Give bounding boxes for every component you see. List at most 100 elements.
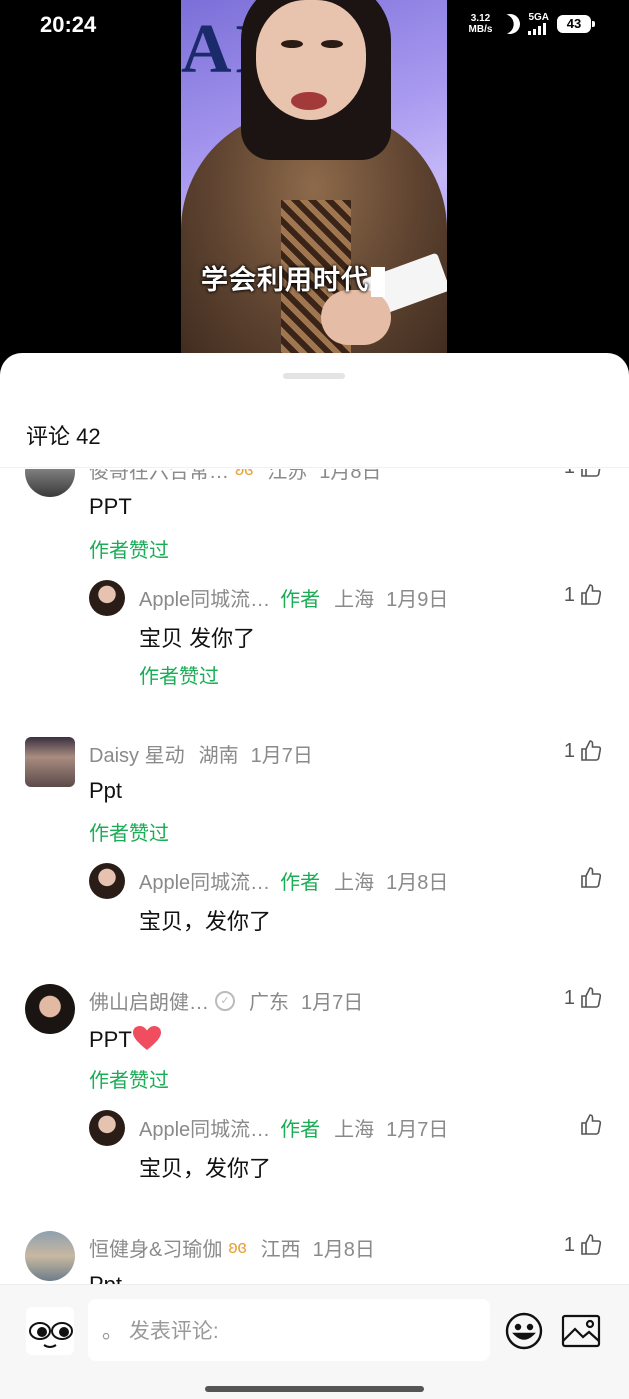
comment-list[interactable]: 俊哥在六合常… ʚɞ 江苏 1月8日 1 PPT 作者赞过 Apple同城流… … (0, 469, 629, 1284)
status-bar: 20:24 3.12 MB/s 5GA 43 (0, 0, 629, 50)
comment-date: 1月7日 (250, 745, 313, 767)
comment-date: 1月8日 (319, 469, 382, 483)
status-time: 20:24 (40, 12, 97, 37)
like-button[interactable]: 1 (564, 469, 603, 479)
vip-badge-icon: ʚɞ (228, 1237, 247, 1257)
author-tag: 作者 (280, 872, 321, 894)
commenter-region: 江西 (260, 1239, 301, 1261)
video-subtitle: 学会利用时代 (201, 258, 385, 297)
video-frame[interactable]: AH (181, 0, 447, 356)
reply-date: 1月7日 (386, 1119, 449, 1141)
like-button[interactable]: 1 (564, 986, 603, 1010)
reply-date: 1月8日 (386, 872, 449, 894)
subtitle-cursor (371, 266, 385, 297)
avatar[interactable] (25, 984, 75, 1034)
sticker-face-icon[interactable] (26, 1307, 74, 1355)
thumb-up-icon (581, 469, 601, 477)
video-player[interactable]: AH 学会利用时代 (0, 0, 629, 360)
comment-date: 1月8日 (312, 1239, 375, 1261)
commenter-name[interactable]: Daisy 星动 (89, 739, 185, 768)
comment-date: 1月7日 (301, 992, 364, 1014)
author-liked-label: 作者赞过 (139, 666, 219, 688)
like-count: 1 (564, 469, 575, 479)
vip-badge-icon: ʚɞ (235, 469, 254, 479)
author-tag: 作者 (280, 1119, 321, 1141)
thumb-up-icon (581, 987, 602, 1008)
home-indicator (205, 1386, 424, 1392)
video-subtitle-text: 学会利用时代 (201, 265, 369, 295)
video-person-hand (321, 290, 391, 345)
network-speed: 3.12 MB/s (469, 13, 493, 35)
like-count: 1 (563, 1233, 575, 1256)
reply-meta: Apple同城流… 作者 上海 1月8日 (139, 866, 448, 895)
reply-meta: Apple同城流… 作者 上海 1月7日 (139, 1113, 448, 1142)
reply-text: 宝贝 发你了 (139, 626, 256, 651)
header-divider (0, 467, 629, 468)
avatar[interactable] (25, 1231, 75, 1281)
like-count: 1 (563, 739, 575, 762)
like-button[interactable]: 1 (564, 583, 603, 607)
reply-text: 宝贝，发你了 (139, 909, 272, 934)
reply-text: 宝贝，发你了 (139, 1156, 272, 1181)
thumb-up-icon (581, 740, 602, 761)
comment-text: PPT (89, 1025, 162, 1053)
avatar[interactable] (25, 469, 75, 497)
network-type: 5GA (528, 12, 549, 23)
comment-text: PPT (89, 494, 132, 519)
replier-region: 上海 (334, 589, 375, 611)
status-indicators: 3.12 MB/s 5GA 43 (469, 11, 595, 37)
drag-handle[interactable] (283, 373, 345, 379)
avatar[interactable] (89, 580, 125, 616)
like-button[interactable] (579, 866, 603, 890)
author-tag: 作者 (280, 589, 321, 611)
comment-text-content: PPT (89, 1027, 132, 1052)
thumb-up-icon (581, 1114, 602, 1135)
comment-input[interactable]: 。 发表评论: (88, 1299, 490, 1361)
comment-meta: 俊哥在六合常… ʚɞ 江苏 1月8日 (89, 469, 382, 484)
replier-name[interactable]: Apple同城流… (139, 866, 270, 895)
heart-emoji-icon (132, 1026, 161, 1050)
comment-sheet: 评论 42 俊哥在六合常… ʚɞ 江苏 1月8日 1 PPT 作者赞过 Appl… (0, 353, 629, 1399)
replier-name[interactable]: Apple同城流… (139, 583, 270, 612)
commenter-name[interactable]: 俊哥在六合常… (89, 469, 229, 484)
like-button[interactable]: 1 (564, 739, 603, 763)
battery-icon: 43 (557, 14, 595, 33)
image-icon[interactable] (561, 1313, 601, 1349)
commenter-region: 江苏 (267, 469, 308, 483)
commenter-name[interactable]: 恒健身&习瑜伽 (89, 1233, 222, 1262)
thumb-up-icon (581, 584, 602, 605)
avatar[interactable] (89, 863, 125, 899)
comment-meta: Daisy 星动 湖南 1月7日 (89, 739, 313, 768)
thumb-up-icon (581, 1234, 602, 1255)
replier-region: 上海 (334, 1119, 375, 1141)
commenter-name[interactable]: 佛山启朗健… (89, 986, 209, 1015)
signal-icon: 5GA (528, 12, 549, 35)
emoji-icon[interactable] (504, 1311, 544, 1351)
replier-region: 上海 (334, 872, 375, 894)
like-button[interactable] (579, 1113, 603, 1137)
commenter-region: 湖南 (198, 745, 239, 767)
comment-text: Ppt (89, 1272, 122, 1284)
replier-name[interactable]: Apple同城流… (139, 1113, 270, 1142)
author-liked-label: 作者赞过 (89, 823, 169, 845)
comment-meta: 佛山启朗健… ✓ 广东 1月7日 (89, 986, 363, 1015)
network-speed-unit: MB/s (468, 23, 493, 35)
reply-date: 1月9日 (386, 589, 449, 611)
commenter-region: 广东 (249, 992, 289, 1014)
comment-meta: 恒健身&习瑜伽 ʚɞ 江西 1月8日 (89, 1233, 375, 1262)
verified-icon: ✓ (215, 990, 235, 1011)
signal-bars (528, 23, 547, 35)
avatar[interactable] (25, 737, 75, 787)
moon-icon (498, 11, 524, 37)
comment-text: Ppt (89, 778, 123, 803)
like-count: 1 (563, 583, 575, 606)
comments-title: 评论 42 (26, 424, 101, 449)
comment-input-bar: 。 发表评论: (0, 1284, 629, 1399)
like-button[interactable]: 1 (564, 1233, 603, 1257)
thumb-up-icon (581, 867, 602, 888)
author-liked-label: 作者赞过 (89, 1070, 169, 1092)
like-count: 1 (563, 986, 575, 1009)
video-person-mouth (291, 92, 327, 110)
avatar[interactable] (89, 1110, 125, 1146)
reply-meta: Apple同城流… 作者 上海 1月9日 (139, 583, 448, 612)
